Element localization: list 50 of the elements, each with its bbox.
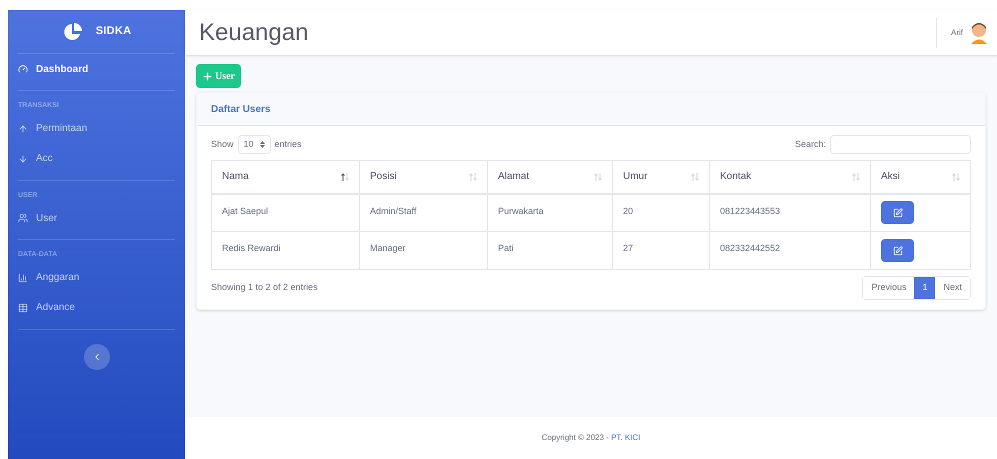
arrow-up-icon	[18, 124, 28, 134]
page-title: Keuangan	[199, 18, 308, 48]
company-link[interactable]: PT. KICI	[611, 433, 640, 442]
gauge-icon	[18, 64, 28, 74]
show-label: Show	[211, 138, 234, 151]
page-size-select[interactable]: 10	[238, 135, 271, 154]
avatar-icon[interactable]	[969, 22, 989, 44]
column-header[interactable]: Alamat	[488, 160, 612, 194]
users-icon	[18, 213, 28, 223]
column-header[interactable]: Posisi	[360, 160, 488, 194]
pagination-button[interactable]: 1	[914, 277, 936, 299]
table-cell: Ajat Saepul	[212, 194, 360, 232]
table-cell: Manager	[360, 232, 488, 270]
table-cell: 082332442552	[710, 232, 870, 270]
sidebar-item[interactable]: Anggaran	[18, 262, 175, 292]
sidebar-item[interactable]: Advance	[18, 292, 175, 322]
entries-info: Showing 1 to 2 of 2 entries	[211, 281, 318, 294]
sidebar-item[interactable]: Permintaan	[18, 114, 175, 144]
column-header[interactable]: Umur	[612, 160, 710, 194]
table-cell: 20	[612, 194, 710, 232]
sidebar-toggle-button[interactable]	[84, 344, 110, 370]
card-title: Daftar Users	[211, 102, 270, 116]
table-cell: Purwakarta	[488, 194, 612, 232]
bar-chart-icon	[18, 272, 28, 282]
select-arrows-icon	[260, 141, 265, 148]
edit-button[interactable]	[881, 239, 914, 262]
table-cell: Admin/Staff	[360, 194, 488, 232]
column-header[interactable]: Aksi	[870, 160, 970, 194]
user-name[interactable]: Arif	[951, 26, 963, 38]
search-field[interactable]	[830, 135, 971, 154]
column-header[interactable]: Kontak	[710, 160, 870, 194]
pie-logo-icon	[62, 22, 84, 42]
edit-icon	[892, 246, 902, 256]
edit-icon	[892, 208, 902, 218]
sidebar-item[interactable]: Dashboard	[18, 54, 175, 84]
table-cell: Redis Rewardi	[212, 232, 360, 270]
table-icon	[18, 302, 28, 312]
brand-name: SIDKA	[96, 24, 132, 40]
edit-button[interactable]	[881, 201, 914, 224]
entries-label: entries	[274, 138, 302, 151]
plus-icon	[202, 70, 213, 82]
column-header[interactable]: Nama	[212, 160, 360, 194]
sidebar-item[interactable]: User	[18, 203, 175, 233]
table-cell: 27	[612, 232, 710, 270]
table-cell: Pati	[488, 232, 612, 270]
arrow-down-icon	[18, 154, 28, 164]
sidebar-item[interactable]: Acc	[18, 144, 175, 174]
copyright-text: Copyright © 2023 - PT. KICI	[542, 432, 640, 444]
table-cell: 081223443553	[710, 194, 870, 232]
search-label: Search:	[794, 138, 826, 151]
